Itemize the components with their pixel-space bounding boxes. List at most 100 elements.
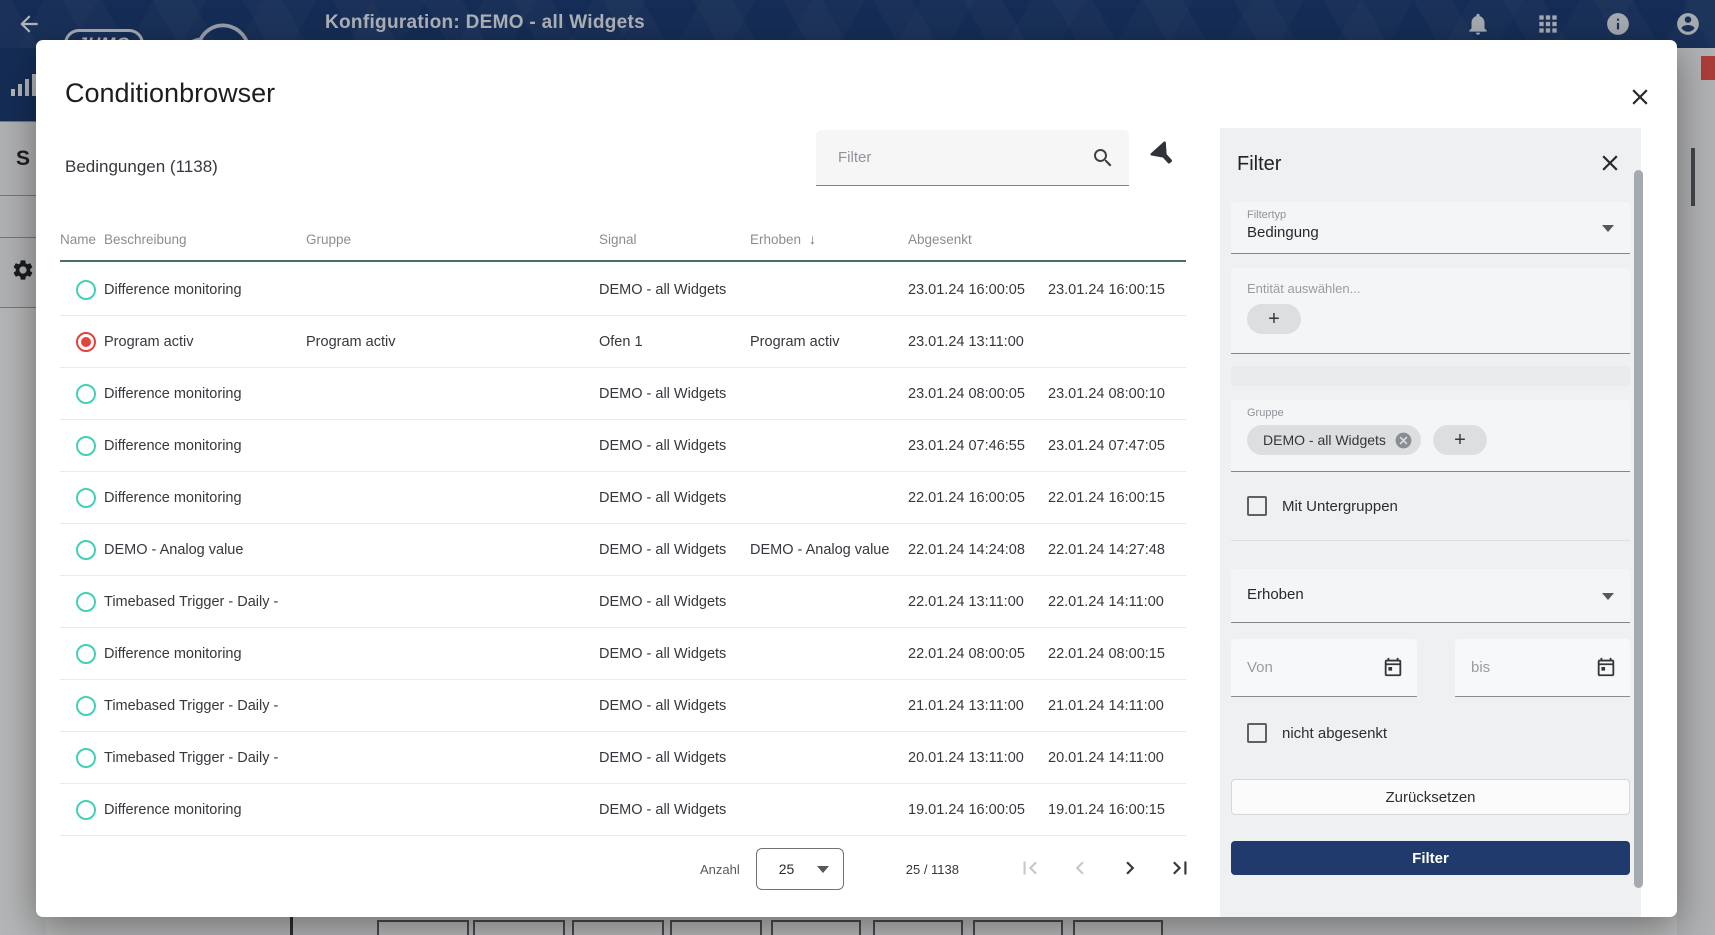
chevron-down-icon bbox=[1602, 593, 1614, 600]
next-page-icon[interactable] bbox=[1115, 854, 1145, 884]
table-header: NameBeschreibungGruppeSignalErhoben↓Abge… bbox=[60, 218, 1186, 262]
date-from-input[interactable] bbox=[1247, 639, 1357, 696]
cell-name: Difference monitoring bbox=[104, 386, 306, 402]
table-row[interactable]: Difference monitoring DEMO - all Widgets 2… bbox=[60, 368, 1186, 420]
column-header-beschreibung[interactable]: Beschreibung bbox=[104, 232, 306, 247]
cell-beschreibung: Program activ bbox=[306, 334, 599, 350]
table-row[interactable]: Timebased Trigger - Daily -DEMO - all Wi… bbox=[60, 680, 1186, 732]
cell-erhoben: 22.01.24 13:11:00 bbox=[908, 594, 1048, 610]
row-radio[interactable] bbox=[76, 748, 96, 768]
row-radio[interactable] bbox=[76, 644, 96, 664]
conditions-table: Difference monitoring DEMO - all Widgets 2… bbox=[60, 264, 1186, 836]
cell-erhoben: 19.01.24 16:00:05 bbox=[908, 802, 1048, 818]
table-row[interactable]: Difference monitoringDEMO - all Widgets2… bbox=[60, 264, 1186, 316]
chevron-down-icon bbox=[1602, 225, 1614, 232]
filtertyp-label: Filtertyp bbox=[1231, 202, 1630, 221]
apply-filter-button[interactable]: Filter bbox=[1231, 841, 1630, 875]
row-radio[interactable] bbox=[76, 436, 96, 456]
column-header-name[interactable]: Name bbox=[60, 232, 104, 247]
date-to-input[interactable] bbox=[1471, 639, 1581, 696]
pagination: Anzahl 25 25 / 1138 bbox=[700, 840, 1195, 898]
search-input[interactable] bbox=[838, 130, 1078, 185]
cell-abgesenkt: 22.01.24 14:11:00 bbox=[1048, 594, 1186, 610]
panel-divider bbox=[1231, 540, 1630, 541]
entity-field: Entität auswählen... + bbox=[1231, 268, 1630, 354]
row-radio[interactable] bbox=[76, 488, 96, 508]
cell-abgesenkt: 19.01.24 16:00:15 bbox=[1048, 802, 1186, 818]
cell-abgesenkt: 23.01.24 07:47:05 bbox=[1048, 438, 1186, 454]
add-gruppe-button[interactable]: + bbox=[1433, 425, 1487, 455]
cell-name: Difference monitoring bbox=[104, 438, 306, 454]
row-radio[interactable] bbox=[76, 384, 96, 404]
dialog-title: Conditionbrowser bbox=[65, 78, 275, 109]
cell-abgesenkt: 22.01.24 08:00:15 bbox=[1048, 646, 1186, 662]
chevron-down-icon bbox=[817, 866, 829, 873]
erhoben-value: Erhoben bbox=[1231, 569, 1630, 603]
calendar-icon[interactable] bbox=[1595, 656, 1617, 678]
filtertyp-value: Bedingung bbox=[1231, 221, 1630, 241]
row-radio[interactable] bbox=[76, 800, 96, 820]
cell-gruppe: DEMO - all Widgets bbox=[599, 802, 750, 818]
reset-button[interactable]: Zurücksetzen bbox=[1231, 779, 1630, 815]
first-page-icon[interactable] bbox=[1015, 854, 1045, 884]
search-icon bbox=[1091, 146, 1115, 170]
conditionbrowser-dialog: Conditionbrowser Bedingungen (1138) Name… bbox=[36, 40, 1677, 917]
column-header-gruppe[interactable]: Gruppe bbox=[306, 232, 599, 247]
cell-abgesenkt: 23.01.24 16:00:15 bbox=[1048, 282, 1186, 298]
cell-signal: Program activ bbox=[750, 334, 908, 350]
table-row[interactable]: Difference monitoringDEMO - all Widgets2… bbox=[60, 420, 1186, 472]
column-header-erhoben[interactable]: Erhoben↓ bbox=[750, 231, 908, 247]
add-entity-button[interactable]: + bbox=[1247, 304, 1301, 334]
column-header-signal[interactable]: Signal bbox=[599, 232, 750, 247]
table-row[interactable]: Difference monitoringDEMO - all Widgets1… bbox=[60, 784, 1186, 836]
cell-abgesenkt: 20.01.24 14:11:00 bbox=[1048, 750, 1186, 766]
row-radio-selected[interactable] bbox=[76, 332, 96, 352]
cell-erhoben: 20.01.24 13:11:00 bbox=[908, 750, 1048, 766]
cell-signal: DEMO - Analog value bbox=[750, 542, 908, 558]
untergruppen-label: Mit Untergruppen bbox=[1282, 498, 1398, 515]
cell-name: Timebased Trigger - Daily - bbox=[104, 698, 306, 714]
filter-panel: Filter Filtertyp Bedingung Entität auswä… bbox=[1220, 128, 1641, 917]
cell-abgesenkt: 23.01.24 08:00:10 bbox=[1048, 386, 1186, 402]
column-header-abgesenkt[interactable]: Abgesenkt bbox=[908, 232, 1048, 247]
previous-page-icon[interactable] bbox=[1065, 854, 1095, 884]
last-page-icon[interactable] bbox=[1165, 854, 1195, 884]
cell-erhoben: 23.01.24 16:00:05 bbox=[908, 282, 1048, 298]
table-row[interactable]: DEMO - Analog valueDEMO - all WidgetsDEM… bbox=[60, 524, 1186, 576]
table-row[interactable]: Difference monitoringDEMO - all Widgets2… bbox=[60, 472, 1186, 524]
erhoben-select[interactable]: Erhoben bbox=[1231, 569, 1630, 623]
panel-scrollbar[interactable] bbox=[1634, 170, 1643, 888]
cell-name: Difference monitoring bbox=[104, 282, 306, 298]
cell-erhoben: 22.01.24 14:24:08 bbox=[908, 542, 1048, 558]
cell-erhoben: 21.01.24 13:11:00 bbox=[908, 698, 1048, 714]
dialog-close-icon[interactable] bbox=[1624, 82, 1656, 114]
filtertyp-select[interactable]: Filtertyp Bedingung bbox=[1231, 202, 1630, 254]
table-row[interactable]: Timebased Trigger - Daily -DEMO - all Wi… bbox=[60, 732, 1186, 784]
row-radio[interactable] bbox=[76, 592, 96, 612]
calendar-icon[interactable] bbox=[1382, 656, 1404, 678]
filter-panel-title: Filter bbox=[1237, 153, 1281, 176]
row-radio[interactable] bbox=[76, 696, 96, 716]
cell-erhoben: 23.01.24 08:00:05 bbox=[908, 386, 1048, 402]
cell-gruppe: DEMO - all Widgets bbox=[599, 386, 750, 402]
table-row[interactable]: Timebased Trigger - Daily -DEMO - all Wi… bbox=[60, 576, 1186, 628]
gruppe-field: Gruppe DEMO - all Widgets + bbox=[1231, 400, 1630, 472]
chip-remove-icon[interactable] bbox=[1394, 431, 1413, 450]
cell-name: Timebased Trigger - Daily - bbox=[104, 594, 306, 610]
sort-descending-icon: ↓ bbox=[809, 231, 816, 247]
cell-name: Difference monitoring bbox=[104, 646, 306, 662]
page-size-select[interactable]: 25 bbox=[756, 848, 844, 890]
gruppe-chip[interactable]: DEMO - all Widgets bbox=[1247, 425, 1421, 455]
filter-toggle-icon[interactable] bbox=[1144, 136, 1184, 176]
nicht-abgesenkt-checkbox[interactable] bbox=[1247, 723, 1267, 743]
cell-name: DEMO - Analog value bbox=[104, 542, 306, 558]
table-row[interactable]: Program activProgram activOfen 1Program … bbox=[60, 316, 1186, 368]
row-radio[interactable] bbox=[76, 540, 96, 560]
date-from-field bbox=[1231, 639, 1417, 697]
untergruppen-checkbox[interactable] bbox=[1247, 496, 1267, 516]
cell-erhoben: 22.01.24 08:00:05 bbox=[908, 646, 1048, 662]
table-row[interactable]: Difference monitoringDEMO - all Widgets2… bbox=[60, 628, 1186, 680]
cell-erhoben: 23.01.24 13:11:00 bbox=[908, 334, 1048, 350]
row-radio[interactable] bbox=[76, 280, 96, 300]
filter-panel-close-icon[interactable] bbox=[1596, 150, 1624, 178]
